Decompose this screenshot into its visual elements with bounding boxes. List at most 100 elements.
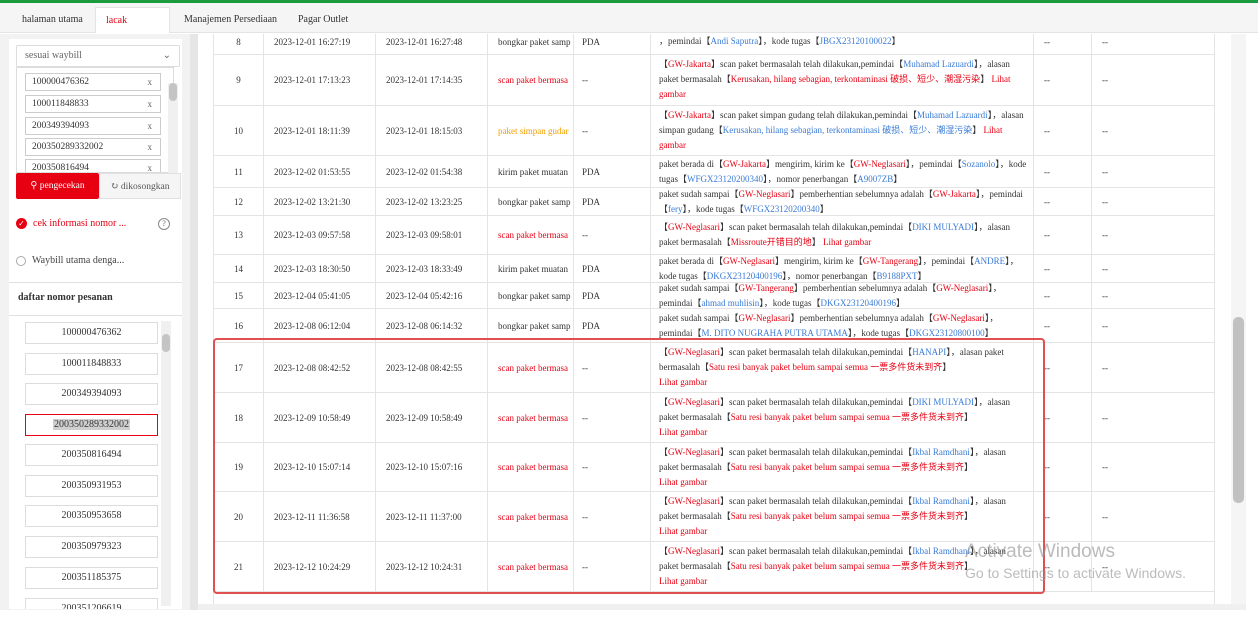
tab-label: halaman utama xyxy=(22,14,83,25)
option-check-info[interactable]: ✓ cek informasi nomor ... xyxy=(16,217,126,231)
search-icon: ⚲ xyxy=(30,181,38,191)
row-number: 15 xyxy=(214,283,264,308)
search-panel: sesuai waybill ⌄ 100000476362 x 100011848… xyxy=(9,39,182,609)
tracking-description: 【GW-Neglasari】scan paket bermasalah tela… xyxy=(651,443,1034,491)
waybill-chip: 200350289332002 x xyxy=(25,138,161,156)
close-icon[interactable]: x xyxy=(148,118,153,134)
order-item[interactable]: 200351185375 xyxy=(25,567,158,589)
tracking-description: 【GW-Jakarta】scan paket simpan gudang tel… xyxy=(651,106,1034,155)
upload-time: 2023-12-09 10:58:49 xyxy=(376,393,488,442)
extra-col: -- xyxy=(1102,74,1108,85)
order-number: 200350979323 xyxy=(61,541,122,552)
scan-type: kirim paket muatan xyxy=(488,156,574,187)
waybill-scrollbar[interactable] xyxy=(168,83,178,173)
upload-time: 2023-12-10 15:07:16 xyxy=(376,443,488,491)
activate-windows-watermark: Activate Windows Go to Settings to activ… xyxy=(965,541,1186,581)
watermark-line1: Activate Windows xyxy=(965,541,1115,562)
extra-col: -- xyxy=(1034,343,1092,392)
tab-pagar-outlet[interactable]: Pagar Outlet xyxy=(288,7,358,33)
order-item[interactable]: 200350931953 xyxy=(25,475,158,497)
scrollbar-thumb[interactable] xyxy=(169,83,177,101)
tracking-description: paket berada di【GW-Neglasari】mengirim, k… xyxy=(651,255,1034,282)
scan-source: PDA xyxy=(574,188,651,215)
upload-time: 2023-12-01 18:15:03 xyxy=(376,106,488,155)
tab-halaman-utama[interactable]: halaman utama xyxy=(12,7,93,33)
help-icon[interactable]: ? xyxy=(158,218,170,230)
clear-button-label: dikosongkan xyxy=(120,182,170,192)
divider xyxy=(9,282,182,283)
table-row: 8 2023-12-01 16:27:19 2023-12-01 16:27:48 b… xyxy=(214,34,1215,55)
waybill-chip-text: 200350289332002 xyxy=(32,142,104,152)
tab-label: Manajemen Persediaan xyxy=(184,14,278,25)
scrollbar-thumb[interactable] xyxy=(162,334,170,352)
upload-time: 2023-12-01 16:27:48 xyxy=(376,34,488,54)
tracking-description: paket sudah sampai【GW-Tangerang】pemberhe… xyxy=(651,283,1034,308)
scan-time: 2023-12-12 10:24:29 xyxy=(264,542,376,591)
row-number: 14 xyxy=(214,255,264,282)
scrollbar-thumb[interactable] xyxy=(1233,317,1244,503)
waybill-input-box[interactable]: 100000476362 x 100011848833 x 200349394093… xyxy=(16,67,174,173)
upload-time: 2023-12-08 06:14:32 xyxy=(376,309,488,342)
option-label: Waybill utama denga... xyxy=(32,255,125,266)
order-list-scrollbar[interactable] xyxy=(161,321,171,606)
check-icon: ✓ xyxy=(16,218,27,230)
scan-source: -- xyxy=(574,54,651,105)
extra-col: -- xyxy=(1034,283,1092,308)
extra-col: -- xyxy=(1034,54,1092,105)
search-button[interactable]: ⚲ pengecekan xyxy=(16,173,99,199)
scan-time: 2023-12-01 18:11:39 xyxy=(264,106,376,155)
order-item[interactable]: 200350816494 xyxy=(25,444,158,466)
tab-label: Pagar Outlet xyxy=(298,14,349,25)
extra-col: -- xyxy=(1034,393,1092,442)
tab-bar: halaman utama lacak paket× Manajemen Per… xyxy=(0,3,1258,53)
waybill-chip: 100011848833 x xyxy=(25,95,161,113)
row-number: 8 xyxy=(214,34,264,54)
waybill-chip-text: 100000476362 xyxy=(32,77,89,87)
close-icon[interactable]: x xyxy=(148,160,153,172)
tracking-description: paket sudah sampai【GW-Neglasari】pemberhe… xyxy=(651,188,1034,215)
upload-time: 2023-12-12 10:24:31 xyxy=(376,542,488,591)
scan-source: PDA xyxy=(574,309,651,342)
horizontal-scrollbar[interactable] xyxy=(198,604,1246,610)
extra-col: -- xyxy=(1102,196,1108,207)
close-icon[interactable]: x xyxy=(148,96,153,112)
extra-col: -- xyxy=(1102,36,1108,47)
panel-splitter[interactable] xyxy=(190,34,198,610)
option-main-waybill[interactable]: Waybill utama denga... xyxy=(16,254,124,268)
table-row: 20 2023-12-11 11:36:58 2023-12-11 11:37:00… xyxy=(214,492,1215,542)
extra-col: -- xyxy=(1034,443,1092,491)
table-row: 14 2023-12-03 18:30:50 2023-12-03 18:33:49… xyxy=(214,255,1215,283)
scan-source: -- xyxy=(574,393,651,442)
order-item[interactable]: 100011848833 xyxy=(25,353,158,375)
search-type-select[interactable]: sesuai waybill ⌄ xyxy=(16,45,180,67)
upload-time: 2023-12-02 13:23:25 xyxy=(376,188,488,215)
vertical-scrollbar[interactable] xyxy=(1231,34,1246,604)
close-icon[interactable]: x xyxy=(148,139,153,155)
order-item[interactable]: 200350979323 xyxy=(25,536,158,558)
clear-button[interactable]: ↻ dikosongkan xyxy=(99,173,181,199)
close-icon[interactable]: x xyxy=(148,74,153,90)
extra-col: -- xyxy=(1034,309,1092,342)
row-number: 12 xyxy=(214,188,264,215)
tracking-description: 【GW-Neglasari】scan paket bermasalah tela… xyxy=(651,216,1034,254)
row-number: 21 xyxy=(214,542,264,591)
scan-source: PDA xyxy=(574,283,651,308)
scan-time: 2023-12-03 18:30:50 xyxy=(264,255,376,282)
scan-time: 2023-12-01 17:13:23 xyxy=(264,54,376,105)
order-item[interactable]: 200351206619 xyxy=(25,598,158,609)
extra-col: -- xyxy=(1034,492,1092,541)
tab-manajemen-persediaan[interactable]: Manajemen Persediaan xyxy=(174,7,287,33)
extra-col: -- xyxy=(1102,125,1108,136)
order-item-selected[interactable]: 200350289332002 xyxy=(25,414,158,436)
scan-type: bongkar paket samp xyxy=(488,188,574,215)
row-number: 19 xyxy=(214,443,264,491)
order-number: 200350953658 xyxy=(61,510,122,521)
order-item[interactable]: 100000476362 xyxy=(25,322,158,344)
table-row: 10 2023-12-01 18:11:39 2023-12-01 18:15:03… xyxy=(214,106,1215,156)
extra-col: -- xyxy=(1102,412,1108,423)
tab-lacak-paket[interactable]: lacak paket× xyxy=(95,7,170,53)
row-number: 16 xyxy=(214,309,264,342)
left-panel: sesuai waybill ⌄ 100000476362 x 100011848… xyxy=(0,34,190,610)
order-item[interactable]: 200350953658 xyxy=(25,505,158,527)
order-item[interactable]: 200349394093 xyxy=(25,383,158,405)
